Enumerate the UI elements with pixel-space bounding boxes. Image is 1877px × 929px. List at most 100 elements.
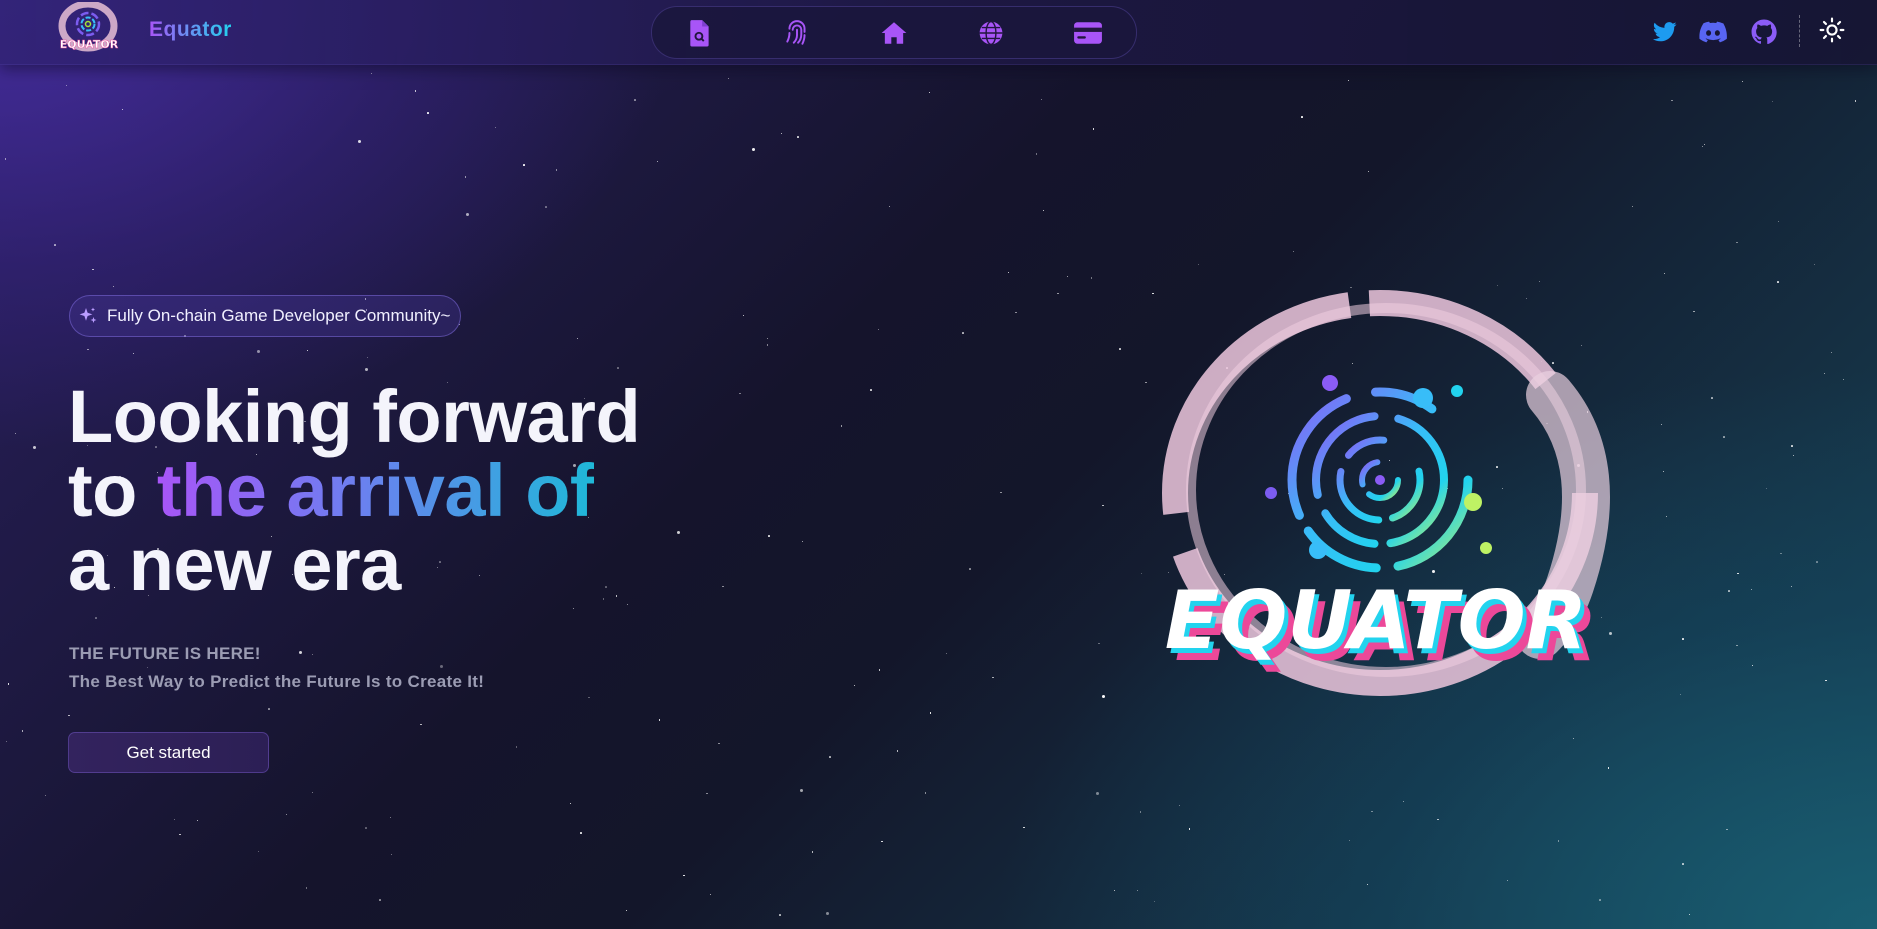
star	[1371, 810, 1373, 813]
star	[1679, 693, 1682, 696]
star	[268, 708, 270, 710]
star	[738, 392, 741, 395]
hero-headline: Looking forward to the arrival of a new …	[68, 380, 641, 606]
star	[626, 603, 628, 605]
star	[420, 724, 422, 726]
fingerprint-icon[interactable]	[777, 13, 817, 53]
star	[555, 168, 558, 171]
star	[1403, 801, 1405, 803]
star	[577, 338, 579, 340]
star	[797, 136, 799, 139]
file-search-icon[interactable]	[680, 13, 720, 53]
star	[174, 819, 176, 821]
star	[54, 244, 56, 246]
star	[285, 813, 288, 816]
star	[305, 887, 308, 890]
star	[122, 109, 124, 111]
star	[1348, 839, 1350, 841]
star	[779, 914, 781, 916]
get-started-button[interactable]: Get started	[68, 732, 269, 773]
star	[113, 286, 115, 288]
star	[752, 147, 756, 151]
brand-name[interactable]: Equator	[149, 18, 232, 42]
star	[1830, 352, 1832, 354]
headline-line-3: a new era	[68, 523, 401, 606]
star	[464, 176, 467, 178]
star	[1040, 98, 1043, 101]
star	[1347, 79, 1350, 81]
star	[718, 742, 720, 745]
star	[365, 368, 369, 372]
star	[1301, 116, 1303, 118]
star	[1682, 863, 1684, 865]
star	[1736, 241, 1738, 244]
star	[825, 911, 829, 915]
headline-line-2: to the arrival of	[68, 454, 640, 528]
star	[1824, 679, 1827, 682]
main-nav	[651, 6, 1137, 59]
star	[1539, 280, 1541, 283]
star	[365, 827, 367, 829]
top-nav-bar: EQUATOR Equator	[0, 0, 1877, 65]
star	[709, 893, 712, 896]
star	[573, 608, 575, 610]
star	[1750, 588, 1753, 591]
star	[1682, 638, 1685, 640]
star	[924, 792, 927, 795]
star	[1737, 572, 1739, 575]
discord-icon[interactable]	[1699, 18, 1727, 46]
badge-text: Fully On-chain Game Developer Community~	[107, 306, 451, 325]
star	[67, 714, 70, 717]
star	[1723, 436, 1725, 438]
star	[92, 268, 94, 271]
star	[928, 91, 931, 94]
star	[1816, 561, 1819, 563]
star	[896, 750, 899, 752]
star	[706, 792, 708, 795]
star	[1726, 828, 1728, 831]
star	[1662, 471, 1664, 473]
star	[1665, 516, 1667, 518]
globe-icon[interactable]	[971, 13, 1011, 53]
star	[312, 791, 314, 793]
sun-icon[interactable]	[1818, 16, 1846, 44]
star	[800, 788, 804, 792]
star	[1137, 889, 1139, 891]
star	[1090, 277, 1092, 279]
hero-equator-logo: EQUATOR EQUATOR EQUATOR	[1140, 285, 1610, 705]
star	[179, 834, 181, 836]
star	[580, 832, 583, 834]
star	[65, 84, 68, 87]
star	[1607, 767, 1610, 769]
star	[1154, 900, 1156, 902]
twitter-icon[interactable]	[1651, 18, 1679, 46]
star	[1042, 209, 1044, 211]
star	[727, 77, 729, 79]
star	[617, 367, 620, 369]
star	[829, 755, 831, 758]
star	[1197, 263, 1200, 265]
community-badge: Fully On-chain Game Developer Community~	[69, 295, 462, 337]
star	[766, 344, 769, 346]
star	[5, 741, 7, 743]
github-icon[interactable]	[1750, 18, 1778, 46]
star	[1573, 737, 1575, 739]
star	[870, 389, 872, 391]
star	[1057, 292, 1060, 295]
star	[1779, 552, 1782, 555]
equator-logo[interactable]: EQUATOR	[58, 0, 120, 54]
star	[1792, 454, 1795, 456]
star	[634, 99, 636, 101]
star	[1854, 100, 1856, 102]
tagline-line-2: The Best Way to Predict the Future Is to…	[69, 672, 485, 691]
star	[946, 653, 948, 655]
star	[657, 160, 659, 162]
star	[466, 213, 470, 217]
star	[1096, 791, 1100, 795]
star	[94, 617, 97, 619]
star	[1701, 145, 1703, 147]
star	[45, 794, 47, 796]
credit-card-icon[interactable]	[1068, 13, 1108, 53]
home-icon[interactable]	[874, 13, 914, 53]
star	[1178, 804, 1180, 806]
